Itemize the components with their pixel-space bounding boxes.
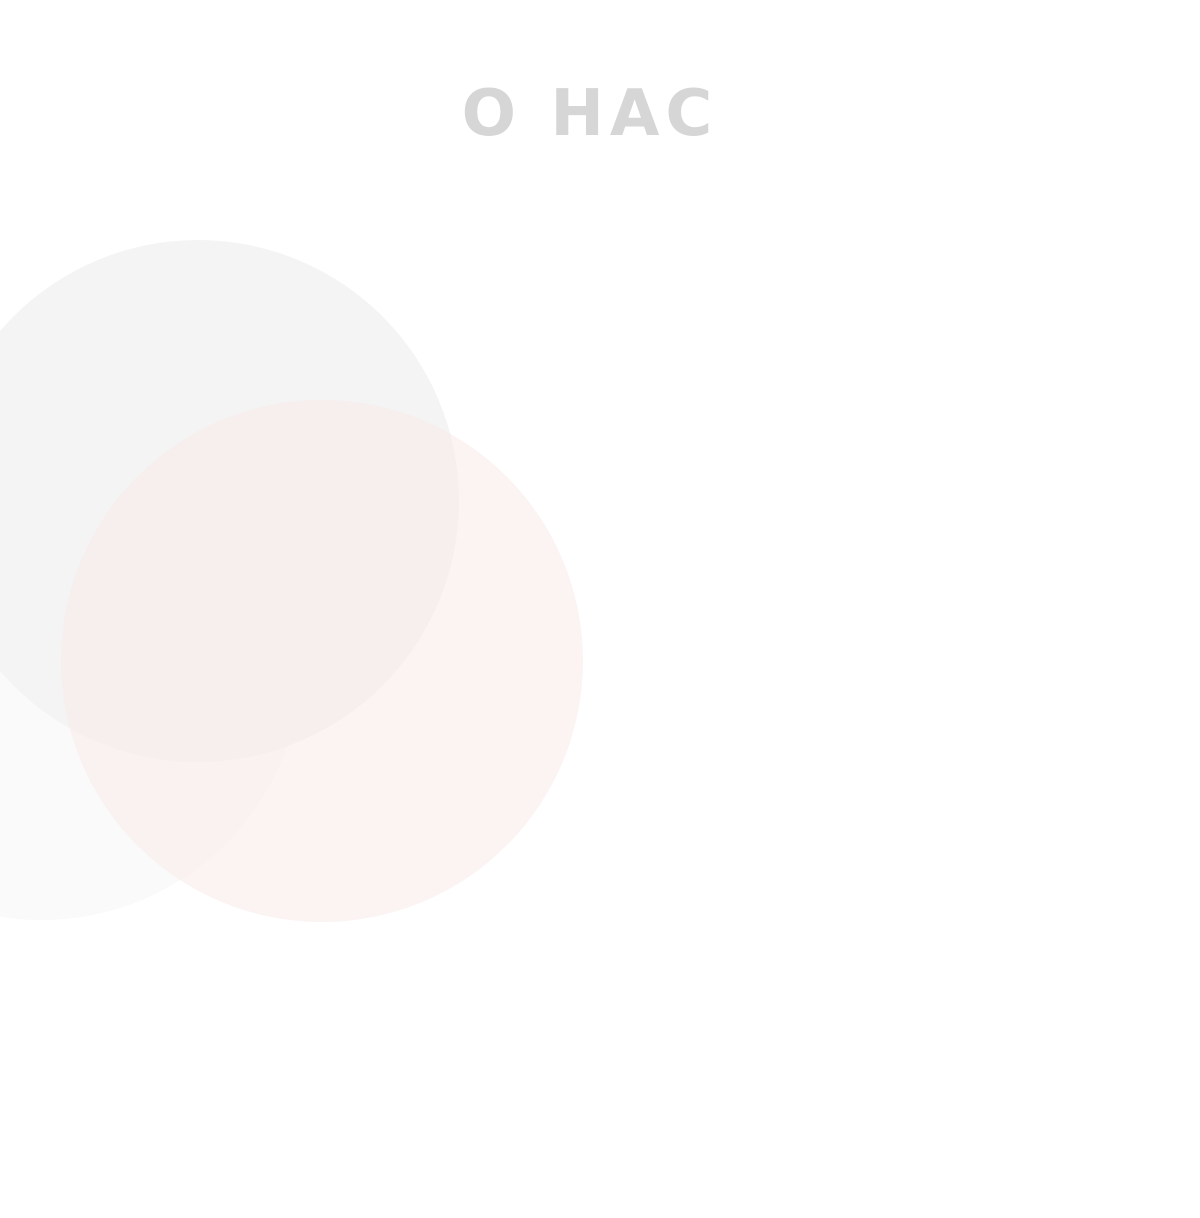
decorative-circle-pink: [61, 400, 583, 922]
about-section: О НАС: [0, 0, 1200, 1218]
section-title: О НАС: [461, 77, 719, 151]
